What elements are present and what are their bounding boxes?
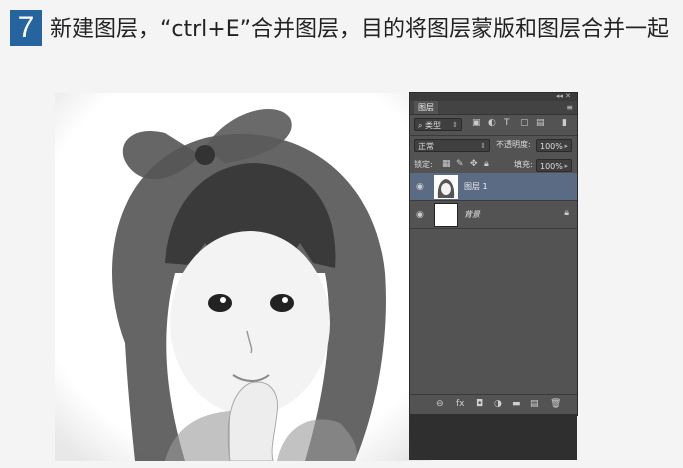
- layers-panel: ◂◂ ✕ 图层 ≡ ⌕ 类型 ⇕ ▣ ◐ T ▢ ▤ ▮ 正常 ⇕ 不透明度: …: [409, 92, 578, 416]
- tab-layers[interactable]: 图层: [414, 101, 438, 114]
- delete-layer-icon[interactable]: 🗑︎: [550, 399, 561, 409]
- blend-mode-select[interactable]: 正常 ⇕: [414, 139, 490, 152]
- layer-style-icon[interactable]: fx: [456, 399, 465, 409]
- new-layer-icon[interactable]: ▤: [530, 399, 539, 409]
- opacity-field[interactable]: 100% ▸: [536, 139, 572, 152]
- lock-image-icon[interactable]: ✎: [456, 159, 464, 169]
- lock-all-icon[interactable]: 🔒︎: [484, 159, 489, 169]
- panel-menu-icon[interactable]: ≡: [566, 101, 573, 114]
- chevron-down-icon: ⇕: [480, 142, 486, 150]
- fill-label: 填充:: [514, 160, 533, 169]
- kind-filter-select[interactable]: ⌕ 类型 ⇕: [414, 118, 462, 131]
- new-group-icon[interactable]: ▬: [512, 399, 521, 409]
- chevron-down-icon: ▸: [564, 162, 568, 170]
- layer-row-background[interactable]: ◉ 背景 🔒︎: [410, 201, 577, 229]
- step-number-badge: 7: [10, 10, 42, 46]
- opacity-label: 不透明度:: [496, 140, 531, 149]
- panel-title-strip: ◂◂ ✕: [410, 92, 577, 101]
- fill-value: 100%: [540, 162, 563, 171]
- lock-transparent-icon[interactable]: ▦: [442, 159, 451, 169]
- visibility-eye-icon[interactable]: ◉: [416, 210, 424, 220]
- chevron-down-icon: ⇕: [452, 121, 458, 129]
- layer-row-layer-1[interactable]: ◉ 图层 1: [410, 173, 577, 201]
- shape-filter-icon[interactable]: ▢: [520, 118, 529, 128]
- search-icon: ⌕: [418, 121, 423, 130]
- layer-thumbnail: [434, 175, 458, 199]
- lock-position-icon[interactable]: ✥: [470, 159, 478, 169]
- layer-thumbnail: [434, 203, 458, 227]
- lock-label: 锁定:: [414, 160, 433, 169]
- adjustment-filter-icon[interactable]: ◐: [488, 118, 496, 128]
- add-mask-icon[interactable]: ◘: [476, 399, 483, 409]
- layer-name: 图层 1: [464, 182, 488, 191]
- pixel-filter-icon[interactable]: ▣: [472, 118, 481, 128]
- panel-footer-toolbar: ⊖ fx ◘ ◑ ▬ ▤ 🗑︎: [410, 394, 577, 415]
- filter-row: ⌕ 类型 ⇕ ▣ ◐ T ▢ ▤ ▮: [410, 115, 577, 135]
- filter-toggle-icon[interactable]: ▮: [562, 118, 567, 128]
- blend-opacity-row: 正常 ⇕ 不透明度: 100% ▸: [410, 136, 577, 156]
- chevron-down-icon: ▸: [564, 142, 568, 150]
- panel-background-area: [409, 414, 577, 460]
- sketch-portrait-image: [55, 93, 431, 461]
- opacity-value: 100%: [540, 142, 563, 151]
- fill-field[interactable]: 100% ▸: [536, 159, 572, 172]
- type-filter-icon[interactable]: T: [504, 118, 510, 128]
- adjustment-layer-icon[interactable]: ◑: [494, 399, 502, 409]
- smart-object-filter-icon[interactable]: ▤: [536, 118, 545, 128]
- lock-icon: 🔒︎: [564, 208, 569, 218]
- step-instruction-text: 新建图层，“ctrl+E”合并图层，目的将图层蒙版和图层合并一起: [50, 17, 670, 42]
- visibility-eye-icon[interactable]: ◉: [416, 182, 424, 192]
- blend-mode-value: 正常: [418, 142, 434, 151]
- kind-filter-value: 类型: [425, 121, 442, 130]
- link-layers-icon[interactable]: ⊖: [436, 399, 444, 409]
- layer-name: 背景: [464, 210, 480, 219]
- collapse-panel-icon[interactable]: ◂◂ ✕: [556, 92, 571, 100]
- panel-tab-bar: 图层 ≡: [410, 101, 577, 115]
